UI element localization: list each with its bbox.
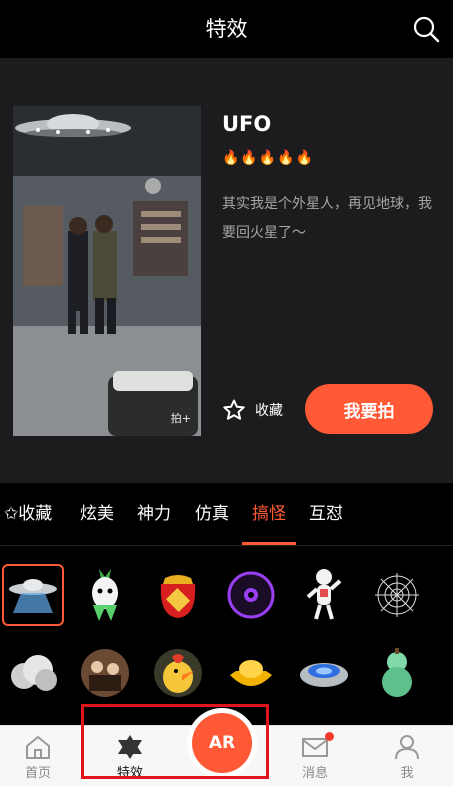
nav-effects[interactable]: 特效 <box>95 726 165 786</box>
rubber-chicken-icon <box>154 649 202 697</box>
effect-rating: 🔥🔥🔥🔥🔥 <box>222 150 315 166</box>
effect-item-gas-stove[interactable] <box>293 642 355 704</box>
spider-web-icon <box>375 573 419 617</box>
effect-item-gourd[interactable] <box>366 642 428 704</box>
effects-grid <box>0 546 453 726</box>
effect-item-radish-ghost[interactable] <box>74 564 136 626</box>
nav-effects-label: 特效 <box>116 766 143 781</box>
page-title: 特效 <box>205 17 248 41</box>
red-envelope-bag-icon <box>160 575 196 618</box>
radish-ghost-icon <box>92 569 118 621</box>
effect-preview-video[interactable]: 拍+ <box>13 106 201 436</box>
favorite-button[interactable]: 收藏 <box>222 396 283 424</box>
effect-item-gold-ingot[interactable] <box>220 642 282 704</box>
tab-power[interactable]: 神力 <box>137 483 171 545</box>
effect-item-movie-poster[interactable] <box>74 642 136 704</box>
tab-battle[interactable]: 互怼 <box>309 483 343 545</box>
nav-home[interactable]: 首页 <box>3 726 73 786</box>
nav-home-label: 首页 <box>24 766 51 781</box>
ar-button-label: AR <box>192 713 252 773</box>
home-icon <box>26 736 50 759</box>
effect-item-rubber-chicken[interactable] <box>147 642 209 704</box>
purple-disc-icon <box>227 571 275 619</box>
gold-ingot-icon <box>230 660 272 686</box>
message-badge-dot <box>325 732 334 741</box>
dancing-dog-icon <box>306 569 342 620</box>
preview-watermark: 拍+ <box>170 412 191 425</box>
tab-cool[interactable]: 炫美 <box>80 483 114 545</box>
hexagram-icon <box>118 735 142 759</box>
effect-title: UFO <box>222 112 272 136</box>
effect-item-spider-web[interactable] <box>366 564 428 626</box>
smoke-cloud-icon <box>11 655 57 691</box>
nav-messages-label: 消息 <box>301 766 328 781</box>
search-icon[interactable] <box>411 14 441 44</box>
gourd-icon <box>382 648 412 697</box>
effect-description: 其实我是个外星人，再见地球，我要回火星了～ <box>222 196 432 241</box>
effect-item-smoke[interactable] <box>2 642 64 704</box>
gas-stove-icon <box>300 663 348 687</box>
top-bar: 特效 <box>0 0 453 58</box>
favorite-label: 收藏 <box>255 403 283 419</box>
effect-item-purple-disc[interactable] <box>220 564 282 626</box>
tab-favorites[interactable]: ✩收藏 <box>4 483 52 545</box>
tab-funny[interactable]: 搞怪 <box>242 483 296 545</box>
shoot-button[interactable]: 我要拍 <box>305 384 433 434</box>
ar-button[interactable]: AR <box>187 708 257 778</box>
user-icon <box>395 735 419 760</box>
effect-item-ufo[interactable] <box>2 564 64 626</box>
nav-messages[interactable]: 消息 <box>280 726 350 786</box>
star-outline-icon <box>223 399 245 420</box>
nav-me-label: 我 <box>400 766 414 781</box>
movie-poster-icon <box>81 649 129 697</box>
effect-item-dancing-dog[interactable] <box>293 564 355 626</box>
tab-realistic[interactable]: 仿真 <box>195 483 229 545</box>
nav-me[interactable]: 我 <box>372 726 442 786</box>
preview-scene-image <box>13 106 201 436</box>
ufo-icon <box>9 579 57 613</box>
category-tabs: ✩收藏 炫美 神力 仿真 搞怪 互怼 <box>0 483 453 546</box>
effect-item-red-bag[interactable] <box>147 564 209 626</box>
